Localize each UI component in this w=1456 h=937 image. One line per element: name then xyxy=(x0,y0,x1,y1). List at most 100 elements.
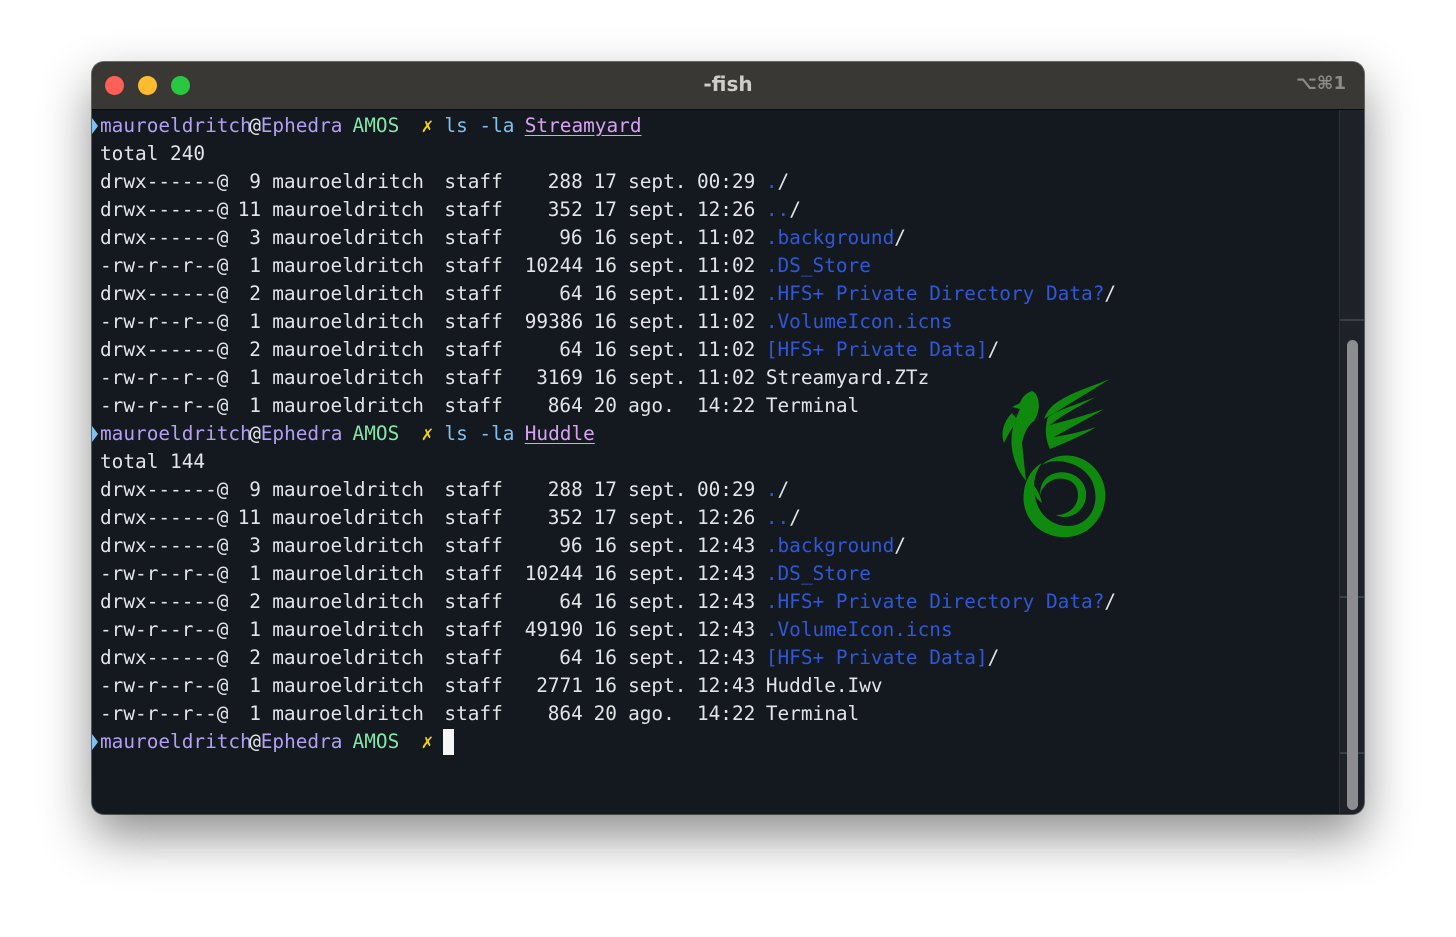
scrollbar-thumb[interactable] xyxy=(1347,340,1358,810)
file-row[interactable]: drwx------@ 3 mauroeldritch staff 96 16 sept. 1… xyxy=(92,224,1332,252)
file-day: 16 xyxy=(593,338,617,361)
file-time: 11:02 xyxy=(696,254,756,277)
file-month: sept. xyxy=(628,198,687,221)
file-links: 11 xyxy=(237,198,262,221)
file-owner: mauroeldritch xyxy=(272,170,424,193)
file-size: 96 xyxy=(559,534,583,557)
title-bar[interactable]: -fish ⌥⌘1 xyxy=(92,62,1364,110)
file-time: 00:29 xyxy=(696,170,756,193)
file-permissions: -rw-r--r--@ xyxy=(100,254,229,277)
file-group: staff xyxy=(444,198,503,221)
file-name: Terminal xyxy=(765,702,860,725)
file-time: 11:02 xyxy=(696,366,756,389)
file-permissions: drwx------@ xyxy=(100,646,229,669)
file-permissions: -rw-r--r--@ xyxy=(100,674,229,697)
file-row[interactable]: drwx------@ 3 mauroeldritch staff 96 16 sept. 1… xyxy=(92,532,1332,560)
file-time: 14:22 xyxy=(696,702,756,725)
file-row[interactable]: -rw-r--r--@ 1 mauroeldritch staff 49190 16 sep… xyxy=(92,616,1332,644)
text-cursor[interactable] xyxy=(443,729,455,755)
file-name: [HFS+ Private Data]/ xyxy=(765,646,1000,669)
file-name: .DS_Store xyxy=(765,254,871,277)
file-owner: mauroeldritch xyxy=(272,590,424,613)
file-links: 2 xyxy=(249,282,261,305)
file-month: ago. xyxy=(628,394,675,417)
total-text: total 240 xyxy=(100,142,206,165)
file-size: 352 xyxy=(547,506,583,529)
file-day: 20 xyxy=(593,394,617,417)
file-links: 1 xyxy=(249,618,261,641)
file-group: staff xyxy=(444,338,503,361)
file-month: sept. xyxy=(628,562,687,585)
file-month: sept. xyxy=(628,534,687,557)
file-size: 64 xyxy=(559,338,583,361)
file-time: 12:26 xyxy=(696,198,756,221)
file-day: 17 xyxy=(593,506,617,529)
scrollbar-mark xyxy=(1340,319,1364,321)
file-row[interactable]: -rw-r--r--@ 1 mauroeldritch staff 864 20 ago. 1… xyxy=(92,392,1332,420)
file-time: 12:43 xyxy=(696,590,756,613)
file-permissions: drwx------@ xyxy=(100,590,229,613)
file-name: ../ xyxy=(765,506,801,529)
file-size: 64 xyxy=(559,590,583,613)
command-text: ls -la xyxy=(444,422,515,445)
prompt-at: @ xyxy=(249,114,261,137)
file-month: sept. xyxy=(628,338,687,361)
file-day: 20 xyxy=(593,702,617,725)
file-row[interactable]: drwx------@ 2 mauroeldritch staff 64 16 sept. 1… xyxy=(92,336,1332,364)
scrollbar[interactable] xyxy=(1339,110,1364,814)
file-links: 1 xyxy=(249,674,261,697)
file-permissions: drwx------@ xyxy=(100,226,229,249)
file-group: staff xyxy=(444,534,503,557)
prompt-user: mauroeldritch xyxy=(100,114,252,137)
prompt-dirty-mark: ✗ xyxy=(421,114,434,137)
file-links: 1 xyxy=(249,702,261,725)
file-row[interactable]: drwx------@ 11 mauroeldritch staff 352 17 sept… xyxy=(92,196,1332,224)
file-permissions: -rw-r--r--@ xyxy=(100,310,229,333)
prompt-dir: AMOS xyxy=(352,730,400,753)
prompt-line: mauroeldritch @ Ephedra AMOS ✗ ls -la Huddle xyxy=(92,420,1332,448)
file-owner: mauroeldritch xyxy=(272,646,424,669)
file-group: staff xyxy=(444,618,503,641)
file-day: 16 xyxy=(593,282,617,305)
terminal-output[interactable]: mauroeldritch @ Ephedra AMOS ✗ ls -la Streamya… xyxy=(92,110,1340,814)
file-row[interactable]: -rw-r--r--@ 1 mauroeldritch staff 10244 16 sep… xyxy=(92,252,1332,280)
file-size: 64 xyxy=(559,646,583,669)
prompt-dir: AMOS xyxy=(352,114,400,137)
prompt-at: @ xyxy=(249,730,261,753)
file-permissions: drwx------@ xyxy=(100,198,229,221)
prompt-line: mauroeldritch @ Ephedra AMOS ✗ ls -la Streamya… xyxy=(92,112,1332,140)
file-month: sept. xyxy=(628,366,687,389)
file-row[interactable]: drwx------@ 9 mauroeldritch staff 288 17 sept.… xyxy=(92,476,1332,504)
file-row[interactable]: -rw-r--r--@ 1 mauroeldritch staff 2771 16 sept… xyxy=(92,672,1332,700)
file-row[interactable]: -rw-r--r--@ 1 mauroeldritch staff 864 20 ago. 1… xyxy=(92,700,1332,728)
file-owner: mauroeldritch xyxy=(272,310,424,333)
terminal-window: -fish ⌥⌘1 mauroeldritch @ Ephedra AMOS ✗ ls -… xyxy=(92,62,1364,814)
window-title: -fish xyxy=(703,72,753,96)
file-month: sept. xyxy=(628,310,687,333)
file-time: 14:22 xyxy=(696,394,756,417)
file-row[interactable]: drwx------@ 2 mauroeldritch staff 64 16 sept. 1… xyxy=(92,644,1332,672)
file-size: 2771 xyxy=(536,674,583,697)
file-size: 10244 xyxy=(524,562,584,585)
file-owner: mauroeldritch xyxy=(272,254,424,277)
file-permissions: -rw-r--r--@ xyxy=(100,618,229,641)
file-month: sept. xyxy=(628,478,687,501)
file-row[interactable]: drwx------@ 11 mauroeldritch staff 352 17 sept… xyxy=(92,504,1332,532)
file-links: 11 xyxy=(237,506,262,529)
file-group: staff xyxy=(444,394,503,417)
file-row[interactable]: drwx------@ 2 mauroeldritch staff 64 16 sept. 1… xyxy=(92,280,1332,308)
command-argument: Huddle xyxy=(524,422,595,445)
file-month: sept. xyxy=(628,254,687,277)
prompt-host: Ephedra xyxy=(260,422,343,445)
file-name: ./ xyxy=(765,170,790,193)
prompt-line: mauroeldritch @ Ephedra AMOS ✗ xyxy=(92,728,1332,756)
file-month: ago. xyxy=(628,702,675,725)
file-row[interactable]: -rw-r--r--@ 1 mauroeldritch staff 99386 16 sep… xyxy=(92,308,1332,336)
file-row[interactable]: -rw-r--r--@ 1 mauroeldritch staff 10244 16 sep… xyxy=(92,560,1332,588)
file-row[interactable]: drwx------@ 9 mauroeldritch staff 288 17 sept.… xyxy=(92,168,1332,196)
file-row[interactable]: -rw-r--r--@ 1 mauroeldritch staff 3169 16 sept… xyxy=(92,364,1332,392)
file-row[interactable]: drwx------@ 2 mauroeldritch staff 64 16 sept. 1… xyxy=(92,588,1332,616)
file-month: sept. xyxy=(628,590,687,613)
file-group: staff xyxy=(444,590,503,613)
file-size: 864 xyxy=(547,702,583,725)
